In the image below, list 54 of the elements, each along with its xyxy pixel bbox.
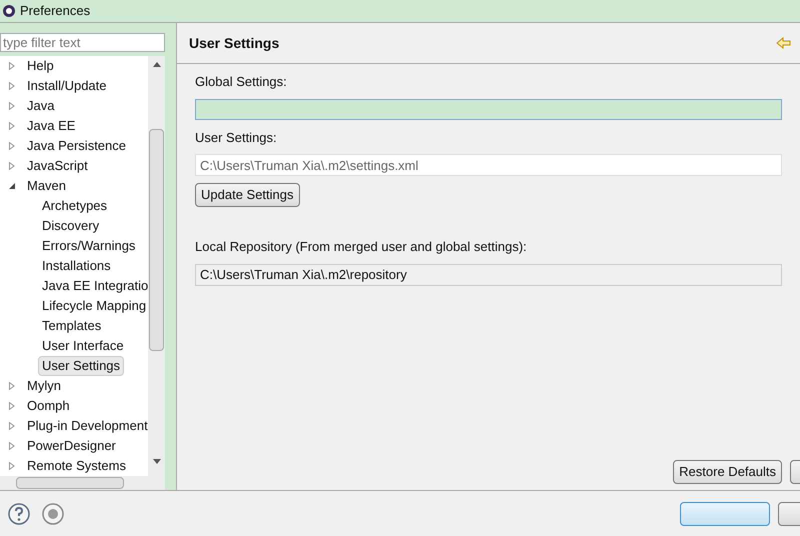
page-title: User Settings — [189, 34, 280, 53]
tree-item[interactable]: Discovery — [38, 216, 104, 236]
field-label: User Settings: — [195, 128, 278, 147]
filter-field[interactable]: type filter text — [0, 33, 165, 52]
tree-item[interactable]: Help — [23, 56, 58, 76]
tree-item[interactable]: Templates — [38, 316, 106, 336]
app-icon — [2, 4, 16, 18]
window-title: Preferences — [20, 2, 90, 20]
collapsed-arrow-icon[interactable] — [8, 442, 16, 450]
horizontal-scrollbar[interactable] — [0, 476, 165, 490]
record-icon[interactable] — [42, 502, 64, 524]
collapsed-arrow-icon[interactable] — [8, 62, 16, 70]
tree-item[interactable]: Mylyn — [23, 376, 65, 396]
field-label: Local Repository (From merged user and global settings): — [195, 238, 528, 256]
tree-item[interactable]: Plug-in Development — [23, 416, 148, 436]
expanded-arrow-icon[interactable] — [8, 182, 16, 190]
collapsed-arrow-icon[interactable] — [8, 382, 16, 390]
collapsed-arrow-icon[interactable] — [8, 402, 16, 410]
scroll-up-icon[interactable] — [152, 62, 160, 68]
tree-item[interactable]: Installations — [38, 256, 115, 276]
tree-item[interactable]: Install/Update — [23, 76, 110, 96]
tree-item[interactable]: Oomph — [23, 396, 74, 416]
collapsed-arrow-icon[interactable] — [8, 122, 16, 130]
update-settings-button[interactable]: Update Settings — [195, 183, 300, 207]
collapsed-arrow-icon[interactable] — [8, 102, 16, 110]
tree-item[interactable]: User Settings — [38, 356, 124, 376]
cancel-button[interactable] — [778, 502, 800, 526]
tree-item[interactable]: Archetypes — [38, 196, 112, 216]
collapsed-arrow-icon[interactable] — [8, 422, 16, 430]
field-label: Global Settings: — [195, 73, 288, 91]
collapsed-arrow-icon[interactable] — [8, 82, 16, 90]
tree-item[interactable]: Remote Systems — [23, 456, 130, 476]
global-settings-field[interactable] — [195, 98, 782, 120]
collapsed-arrow-icon[interactable] — [8, 142, 16, 150]
tree-item[interactable]: Java Persistence — [23, 136, 130, 156]
tree-item[interactable]: PowerDesigner — [23, 436, 120, 456]
tree-item[interactable]: User Interface — [38, 336, 128, 356]
tree-item[interactable]: Maven — [23, 176, 70, 196]
vertical-scrollbar[interactable] — [148, 56, 165, 476]
tree-item[interactable]: Lifecycle Mapping — [38, 296, 148, 316]
scroll-down-icon[interactable] — [152, 459, 160, 464]
user-settings-field[interactable]: C:\Users\Truman Xia\.m2\settings.xml — [195, 154, 782, 176]
tree-item[interactable]: JavaScript — [23, 156, 92, 176]
local-repository-field[interactable]: C:\Users\Truman Xia\.m2\repository — [195, 264, 782, 286]
tree-item[interactable]: Java EE Integratio — [38, 276, 148, 296]
restore-defaults-button[interactable]: Restore Defaults — [673, 460, 782, 484]
ok-button[interactable] — [680, 502, 770, 526]
tree-item[interactable]: Errors/Warnings — [38, 236, 140, 256]
help-icon[interactable] — [8, 502, 30, 524]
collapsed-arrow-icon[interactable] — [8, 162, 16, 170]
back-arrow-icon[interactable] — [776, 37, 792, 49]
tree-item[interactable]: Java — [23, 96, 58, 116]
collapsed-arrow-icon[interactable] — [8, 462, 16, 470]
tree-item[interactable]: Java EE — [23, 116, 80, 136]
